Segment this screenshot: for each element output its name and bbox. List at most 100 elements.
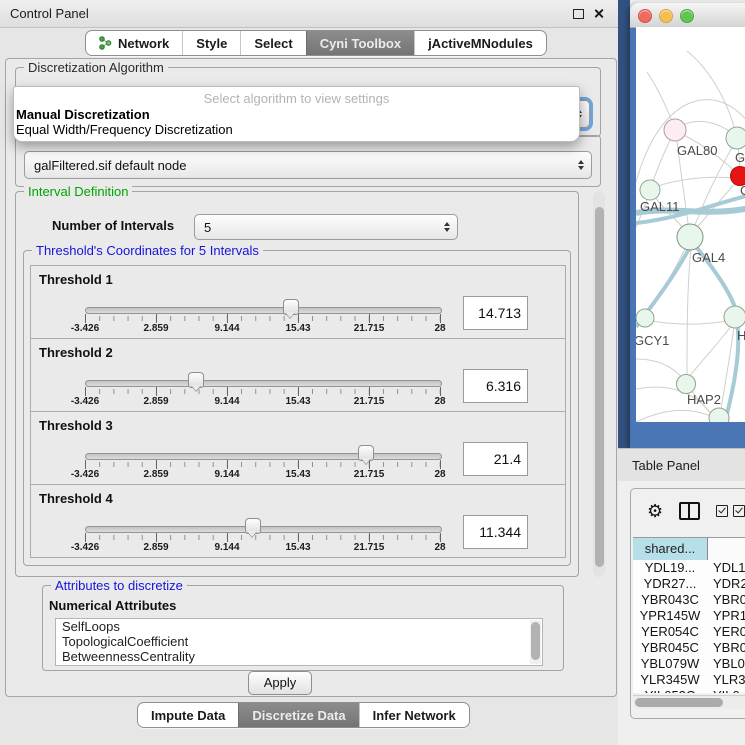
number-of-intervals-combobox[interactable]: 5: [194, 214, 458, 240]
top-tabstrip: Network Style Select Cyni Toolbox jActiv…: [85, 30, 547, 56]
minimize-traffic-light-icon[interactable]: [659, 9, 673, 23]
float-window-icon[interactable]: [573, 9, 584, 19]
numerical-attributes-list[interactable]: SelfLoops TopologicalCoefficient Between…: [55, 618, 543, 666]
slider-thumb[interactable]: [188, 372, 204, 388]
node-gal4[interactable]: [677, 224, 703, 250]
threshold-3-value-field[interactable]: 21.4: [463, 442, 528, 476]
node-top-right[interactable]: [726, 127, 745, 149]
table-row[interactable]: YPR145WYPR1: [633, 608, 745, 624]
select-columns-icon[interactable]: [716, 505, 745, 517]
list-item[interactable]: TopologicalCoefficient: [56, 634, 542, 649]
slider-thumb[interactable]: [283, 299, 299, 315]
threshold-4-value-field[interactable]: 11.344: [463, 515, 528, 549]
list-item[interactable]: SelfLoops: [56, 619, 542, 634]
tick-label: 2.859: [143, 323, 168, 334]
node-gal11[interactable]: [640, 180, 660, 200]
tab-discretize-data[interactable]: Discretize Data: [238, 703, 358, 727]
slider-thumb[interactable]: [245, 518, 261, 534]
close-traffic-light-icon[interactable]: [638, 9, 652, 23]
apply-button[interactable]: Apply: [248, 671, 312, 695]
tick-label: 2.859: [143, 542, 168, 553]
network-graph: GAL80 GA C GAL11 GAL4 GCY1 H HAP2: [636, 27, 745, 422]
combo-arrows-icon: [578, 160, 584, 170]
node-gal80[interactable]: [664, 119, 686, 141]
node-gcy1[interactable]: [636, 309, 654, 327]
table-row[interactable]: YDL19...YDL1: [633, 560, 745, 576]
threshold-3-card: Threshold 3 -3.426 2.859 9.144 15.43: [30, 411, 566, 485]
tab-select-label: Select: [254, 36, 292, 51]
slider-track[interactable]: [85, 380, 442, 387]
tick-label: 21.715: [354, 323, 385, 334]
threshold-3-slider[interactable]: -3.426 2.859 9.144 15.43 21.715 28: [85, 442, 440, 482]
slider-thumb[interactable]: [358, 445, 374, 461]
node-label-h-partial: H: [737, 328, 745, 343]
attributes-group: Attributes to discretize Numerical Attri…: [42, 585, 564, 671]
slider-ticks: [85, 389, 441, 394]
tab-network[interactable]: Network: [86, 31, 182, 55]
column-header-name[interactable]: na: [708, 538, 745, 560]
table-data-combobox-value: galFiltered.sif default node: [25, 158, 578, 173]
network-nodes[interactable]: [636, 119, 745, 422]
slider-track[interactable]: [85, 453, 442, 460]
network-canvas[interactable]: GAL80 GA C GAL11 GAL4 GCY1 H HAP2: [636, 27, 745, 422]
threshold-1-card: Threshold 1 -3.426 2.859 9.144 15.43: [30, 265, 566, 339]
table-row[interactable]: YDR27...YDR2: [633, 576, 745, 592]
threshold-4-slider[interactable]: -3.426 2.859 9.144 15.43 21.715 28: [85, 515, 440, 555]
settings-gear-icon[interactable]: ⚙: [647, 502, 663, 520]
tick-label: 2.859: [143, 469, 168, 480]
algorithm-option-manual[interactable]: Manual Discretization: [14, 107, 579, 122]
tick-label: 21.715: [354, 542, 385, 553]
table-row[interactable]: YBR043CYBR0: [633, 592, 745, 608]
tab-cyni-toolbox[interactable]: Cyni Toolbox: [306, 31, 414, 55]
zoom-traffic-light-icon[interactable]: [680, 9, 694, 23]
network-window-titlebar: [630, 3, 745, 28]
settings-vertical-scrollbar[interactable]: [593, 191, 605, 577]
threshold-2-card: Threshold 2 -3.426 2.859 9.144 15.43: [30, 338, 566, 412]
numerical-attributes-label: Numerical Attributes: [49, 598, 176, 613]
control-panel: Control Panel Network Style Select Cyni: [0, 0, 618, 745]
tick-label: -3.426: [71, 323, 99, 334]
tab-impute-data[interactable]: Impute Data: [138, 703, 238, 727]
table-horizontal-scrollbar[interactable]: [633, 695, 745, 709]
list-item[interactable]: BetweennessCentrality: [56, 649, 542, 664]
table-row[interactable]: YBL079WYBL0: [633, 656, 745, 672]
table-row[interactable]: YER054CYER0: [633, 624, 745, 640]
scrollbar-thumb[interactable]: [635, 698, 723, 707]
bottom-tabstrip: Impute Data Discretize Data Infer Networ…: [137, 702, 470, 728]
algorithm-option-equal-width[interactable]: Equal Width/Frequency Discretization: [14, 122, 579, 137]
node-label-gcy1: GCY1: [636, 333, 669, 348]
threshold-1-slider[interactable]: -3.426 2.859 9.144 15.43 21.715 28: [85, 296, 440, 336]
table-row[interactable]: YBR045CYBR0: [633, 640, 745, 656]
list-vertical-scrollbar[interactable]: [530, 620, 541, 664]
algorithm-hint-option[interactable]: Select algorithm to view settings: [14, 87, 579, 107]
column-header-shared-name[interactable]: shared...: [633, 538, 708, 560]
tick-label: 28: [434, 469, 445, 480]
close-icon[interactable]: [593, 8, 604, 19]
table-data-combobox[interactable]: galFiltered.sif default node: [24, 151, 592, 179]
tab-select[interactable]: Select: [240, 31, 305, 55]
thresholds-group: Threshold's Coordinates for 5 Intervals …: [23, 250, 571, 566]
tick-label: 15.43: [285, 323, 310, 334]
number-of-intervals-value: 5: [195, 220, 444, 235]
node-hap2[interactable]: [677, 375, 696, 394]
slider-ticks: [85, 535, 441, 540]
tab-style[interactable]: Style: [182, 31, 240, 55]
slider-track[interactable]: [85, 526, 442, 533]
scrollbar-thumb[interactable]: [531, 622, 540, 660]
table-panel-title: Table Panel: [632, 458, 700, 473]
interval-definition-group-label: Interval Definition: [24, 184, 132, 199]
threshold-2-slider[interactable]: -3.426 2.859 9.144 15.43 21.715 28: [85, 369, 440, 409]
tab-infer-network[interactable]: Infer Network: [359, 703, 469, 727]
node-h[interactable]: [724, 306, 745, 328]
table-rows[interactable]: YDL19...YDL1 YDR27...YDR2 YBR043CYBR0 YP…: [633, 560, 745, 693]
control-panel-titlebar: Control Panel: [0, 0, 618, 28]
column-layout-icon[interactable]: [679, 502, 700, 520]
threshold-1-value-field[interactable]: 14.713: [463, 296, 528, 330]
screenshot-root: Control Panel Network Style Select Cyni: [0, 0, 745, 745]
slider-track[interactable]: [85, 307, 442, 314]
scrollbar-thumb[interactable]: [595, 207, 604, 567]
tab-jactivemnodules[interactable]: jActiveMNodules: [414, 31, 546, 55]
table-row[interactable]: YIL052CYIL0: [633, 688, 745, 693]
threshold-2-value-field[interactable]: 6.316: [463, 369, 528, 403]
table-row[interactable]: YLR345WYLR3: [633, 672, 745, 688]
